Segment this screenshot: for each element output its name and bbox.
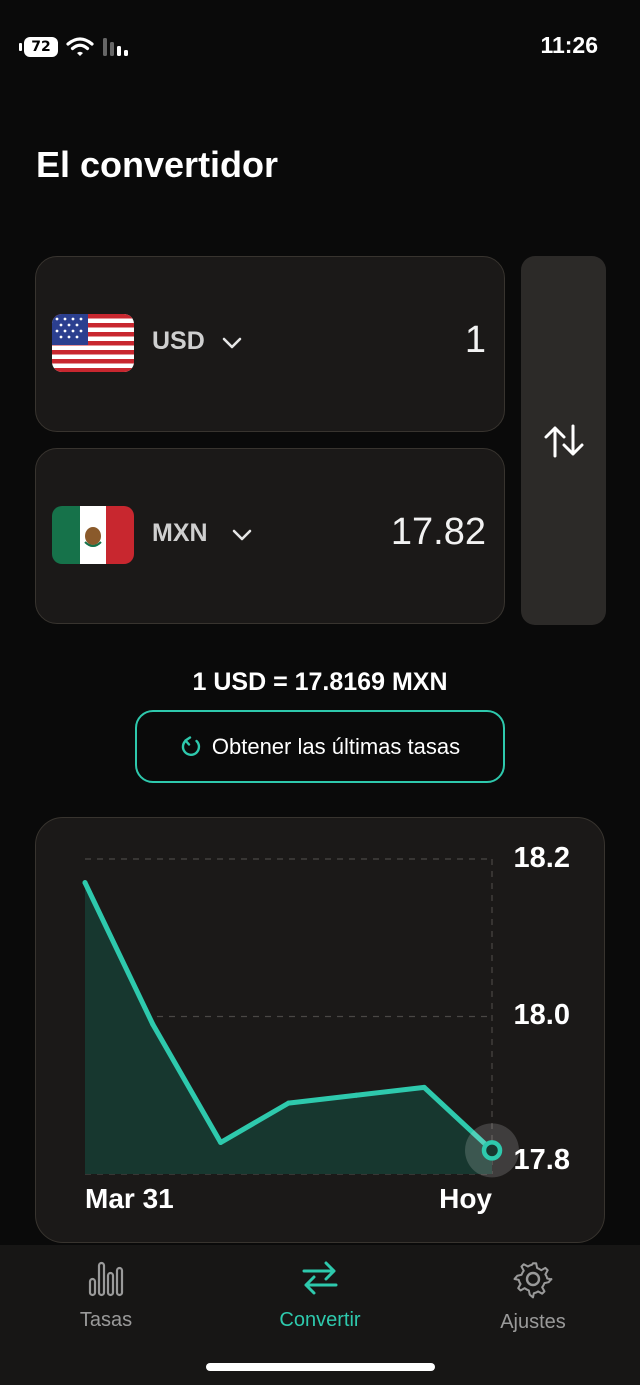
chart-svg: 18.2 18.0 17.8 Mar 31 Hoy [82,842,570,1214]
page-title: El convertidor [36,144,279,185]
chart-point-1 [150,1021,156,1027]
bar-chart-icon [88,1261,124,1297]
refresh-rates-button[interactable]: Obtener las últimas tasas [135,710,505,783]
refresh-rates-label: Obtener las últimas tasas [211,733,461,759]
exchange-rate-text: 1 USD = 17.8169 MXN [192,668,448,696]
chart-xtick-label-1: Hoy [439,1183,492,1214]
tab-settings[interactable]: Ajustes [463,1259,603,1334]
from-amount-input[interactable]: 1 [465,319,486,362]
chevron-down-icon[interactable] [222,337,242,349]
status-time: 11:26 [540,32,598,58]
chart-point-2 [218,1140,224,1145]
tab-convert-label: Convertir [279,1309,361,1331]
to-amount-value[interactable]: 17.82 [391,511,486,554]
tab-rates-label: Tasas [79,1309,133,1331]
from-currency-code[interactable]: USD [152,327,205,356]
tab-convert[interactable]: Convertir [250,1259,390,1332]
battery-icon: 72 [19,37,58,57]
chart-point-latest [481,1140,503,1161]
chart-area-fill [85,882,492,1174]
to-currency-card[interactable]: MXN 17.82 [35,448,505,624]
swap-currencies-button[interactable] [521,256,606,625]
cellular-signal-icon [103,38,128,56]
to-currency-code[interactable]: MXN [152,519,208,548]
battery-level: 72 [31,39,51,55]
chevron-down-icon[interactable] [232,529,252,541]
refresh-icon [181,735,201,756]
status-bar: 72 11:26 [0,0,640,95]
chart-point-5 [421,1084,427,1090]
home-indicator [206,1363,435,1371]
us-flag-icon [52,314,134,372]
swap-arrows-icon [302,1261,338,1295]
chart-point-4 [353,1092,359,1098]
chart-point-3 [286,1100,291,1106]
chart-point-0 [82,880,88,886]
chart-ytick-label-2: 17.8 [514,1144,570,1176]
from-currency-card[interactable]: USD 1 [35,256,505,432]
swap-vertical-icon [544,424,584,458]
tab-rates[interactable]: Tasas [36,1259,176,1332]
tab-settings-label: Ajustes [500,1311,566,1333]
chart-ytick-label-1: 18.0 [514,999,570,1031]
wifi-icon [66,37,94,56]
chart-ytick-label-0: 18.2 [514,842,570,874]
mx-flag-icon [52,506,134,564]
gear-icon [513,1262,553,1299]
chart-xtick-label-0: Mar 31 [85,1183,174,1214]
rate-history-chart: 18.2 18.0 17.8 Mar 31 Hoy [35,817,605,1243]
